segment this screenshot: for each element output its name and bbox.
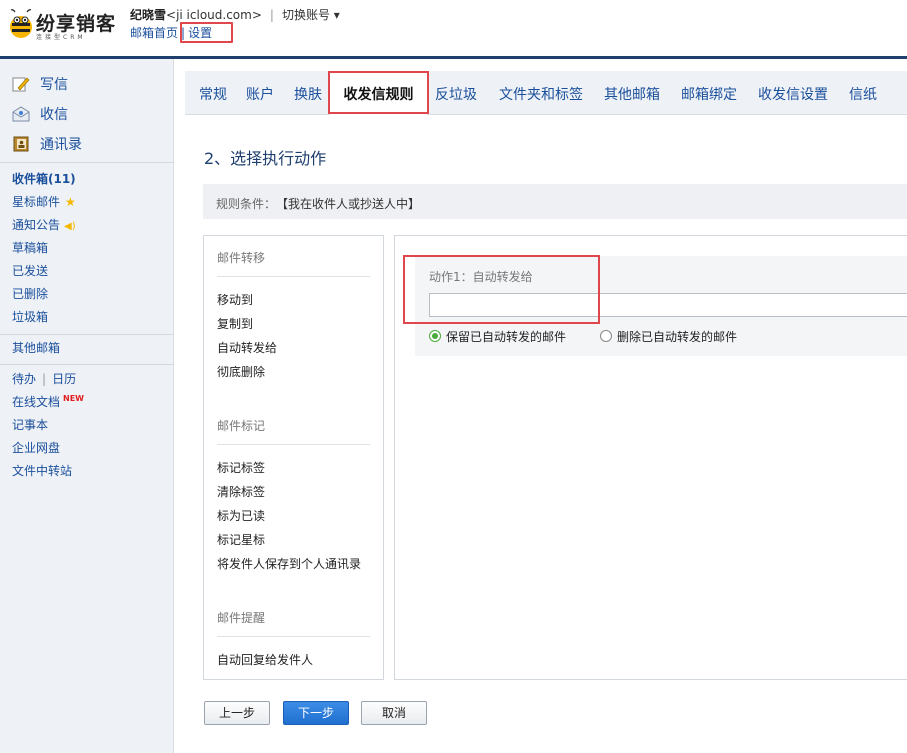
sidebar-contacts[interactable]: 通讯录 [0,129,173,159]
todo-link[interactable]: 待办 [12,372,36,386]
settings-highlight-box [180,22,233,43]
folder-starred-label: 星标邮件 [12,195,61,209]
keep-forwarded-radio[interactable] [429,330,441,342]
contacts-icon [12,136,30,152]
group-title-mark: 邮件标记 [217,419,266,433]
next-step-button[interactable]: 下一步 [283,701,349,725]
switch-account-link[interactable]: 切换账号 ▾ [282,8,340,22]
rule-condition-bar: 规则条件： 【我在收件人或抄送人中】 [203,184,907,219]
other-mailbox-link[interactable]: 其他邮箱 [12,337,172,360]
tab-mailbox-binding[interactable]: 邮箱绑定 [681,71,737,115]
tab-skin[interactable]: 换肤 [294,71,322,115]
sidebar-compose[interactable]: 写信 [0,69,173,99]
step-title: 2、选择执行动作 [204,149,327,168]
brand-logo[interactable]: 纷享销客 连接型CRM [6,8,118,42]
tools-row-todo-calendar: 待办 | 日历 [12,368,172,391]
sidebar-contacts-label: 通讯录 [40,137,82,153]
online-docs-label: 在线文档 [12,395,61,409]
tab-highlight-box [328,71,429,114]
top-header: 纷享销客 连接型CRM 纪晓雪<ji icloud.com> | 切换账号 ▾ 邮箱… [0,0,907,56]
tab-stationery[interactable]: 信纸 [849,71,877,115]
folder-starred[interactable]: 星标邮件 ★ [12,191,172,214]
keep-forwarded-option[interactable]: 保留已自动转发的邮件 [429,328,566,344]
tab-send-receive-settings[interactable]: 收发信设置 [758,71,828,115]
new-badge: NEW [63,394,84,403]
tab-other-mailbox[interactable]: 其他邮箱 [604,71,660,115]
online-docs-item[interactable]: 在线文档 NEW [12,391,172,414]
bee-logo-icon [10,9,32,38]
action-save-sender-contact[interactable]: 将发件人保存到个人通讯录 [217,555,361,572]
netdisk-link[interactable]: 企业网盘 [12,437,172,460]
notes-link[interactable]: 记事本 [12,414,172,437]
action-mark-read[interactable]: 标为已读 [217,507,265,524]
group-divider [217,276,370,277]
folder-spam[interactable]: 垃圾箱 [12,306,172,329]
action-auto-forward[interactable]: 自动转发给 [217,339,277,356]
speaker-icon: ◀) [64,221,76,232]
other-mailbox-section: 其他邮箱 [12,337,172,360]
group-divider [217,636,370,637]
logo-subtitle: 连接型CRM [36,34,86,41]
folder-notices[interactable]: 通知公告 ◀) [12,214,172,237]
sidebar-divider [0,162,173,163]
user-email: <ji icloud.com> [166,8,262,22]
action-add-tag[interactable]: 标记标签 [217,459,265,476]
user-info: 纪晓雪<ji icloud.com> | 切换账号 ▾ [130,6,340,23]
tab-general[interactable]: 常规 [199,71,227,115]
group-title-transfer: 邮件转移 [217,251,266,265]
rule-condition-label: 规则条件： [216,197,277,211]
calendar-link[interactable]: 日历 [52,372,76,386]
main-content: 常规 账户 换肤 收发信规则 反垃圾 文件夹和标签 其他邮箱 邮箱绑定 收发信设… [185,59,907,753]
rule-condition: 规则条件： 【我在收件人或抄送人中】 [216,195,420,212]
action-auto-reply[interactable]: 自动回复给发件人 [217,651,313,668]
action-move-to[interactable]: 移动到 [217,291,253,308]
action-copy-to[interactable]: 复制到 [217,315,253,332]
action-clear-tag[interactable]: 清除标签 [217,483,265,500]
header-separator: | [269,8,274,22]
tab-account[interactable]: 账户 [246,71,274,115]
action-mark-star[interactable]: 标记星标 [217,531,265,548]
folder-notices-label: 通知公告 [12,218,61,232]
sidebar-receive[interactable]: 收信 [0,99,173,129]
sidebar: 写信 收信 通讯录 收件箱(11) 星标邮件 ★ 通知公告 ◀) 草稿箱 已发送 已… [0,59,174,753]
action-delete-permanently[interactable]: 彻底删除 [217,363,265,380]
sidebar-receive-label: 收信 [40,107,68,123]
tools-separator: | [42,372,47,386]
group-title-remind: 邮件提醒 [217,611,266,625]
folder-list: 收件箱(11) 星标邮件 ★ 通知公告 ◀) 草稿箱 已发送 已删除 垃圾箱 [12,168,172,329]
group-divider [217,444,370,445]
compose-icon [12,76,30,92]
settings-tabs: 常规 账户 换肤 收发信规则 反垃圾 文件夹和标签 其他邮箱 邮箱绑定 收发信设… [185,71,907,116]
delete-forwarded-radio[interactable] [600,330,612,342]
cancel-button[interactable]: 取消 [361,701,427,725]
folder-sent[interactable]: 已发送 [12,260,172,283]
prev-step-button[interactable]: 上一步 [204,701,270,725]
sidebar-compose-label: 写信 [40,77,68,93]
sidebar-divider [0,364,173,365]
action-list-panel: 邮件转移 移动到 复制到 自动转发给 彻底删除 邮件标记 标记标签 清除标签 标… [203,235,384,680]
folder-drafts[interactable]: 草稿箱 [12,237,172,260]
rule-condition-value: 【我在收件人或抄送人中】 [282,197,421,211]
action-highlight-box [403,255,600,324]
sidebar-divider [0,334,173,335]
file-transfer-link[interactable]: 文件中转站 [12,460,172,483]
folder-inbox[interactable]: 收件箱(11) [12,168,172,191]
tab-folders-tags[interactable]: 文件夹和标签 [499,71,583,115]
tab-antispam[interactable]: 反垃圾 [435,71,477,115]
star-icon: ★ [65,195,76,209]
folder-deleted[interactable]: 已删除 [12,283,172,306]
keep-forwarded-label: 保留已自动转发的邮件 [446,329,567,344]
delete-forwarded-option[interactable]: 删除已自动转发的邮件 [600,328,737,344]
tools-list: 待办 | 日历 在线文档 NEW 记事本 企业网盘 文件中转站 [12,368,172,483]
inbox-receive-icon [12,106,30,122]
user-name: 纪晓雪 [130,8,167,22]
delete-forwarded-label: 删除已自动转发的邮件 [617,329,738,344]
mail-home-link[interactable]: 邮箱首页 [130,26,178,40]
sidebar-main-actions: 写信 收信 通讯录 [0,69,173,159]
